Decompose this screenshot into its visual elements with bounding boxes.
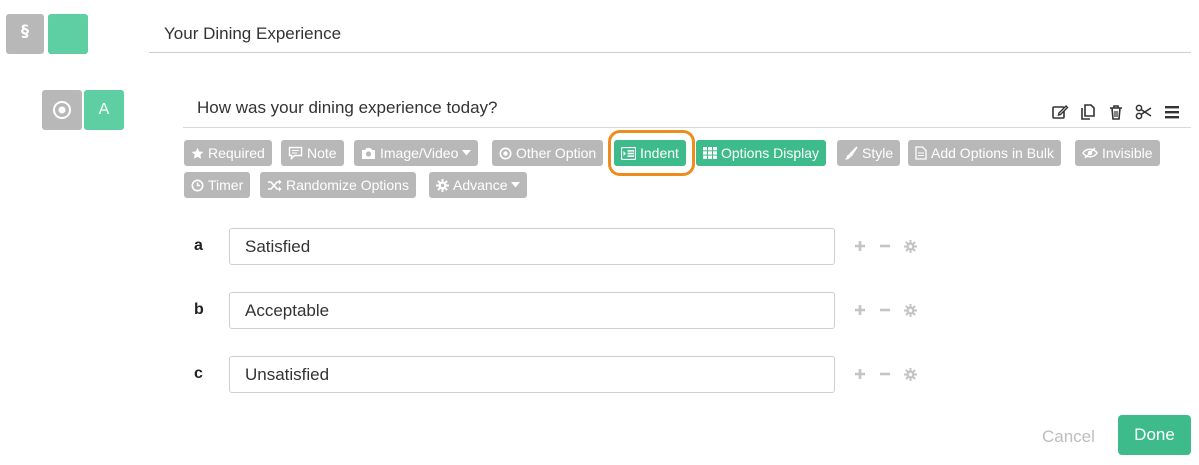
radio-icon [53, 101, 71, 119]
indent-label: Indent [640, 145, 679, 161]
star-icon [191, 147, 204, 159]
add-option-icon[interactable] [853, 367, 867, 381]
question-label-badge[interactable]: A [84, 90, 124, 130]
option-letter: c [194, 365, 203, 382]
add-options-bulk-button[interactable]: Add Options in Bulk [908, 140, 1061, 166]
required-button[interactable]: Required [184, 140, 272, 166]
shuffle-icon [268, 179, 282, 191]
section-divider [149, 52, 1191, 53]
copy-icon[interactable] [1078, 102, 1098, 122]
question-type-button[interactable] [42, 90, 82, 130]
option-settings-icon[interactable] [903, 239, 917, 253]
randomize-options-label: Randomize Options [286, 177, 409, 193]
invisible-label: Invisible [1102, 145, 1153, 161]
clock-icon [191, 179, 204, 191]
advance-label: Advance [453, 177, 508, 193]
options-display-label: Options Display [721, 145, 820, 161]
add-options-bulk-label: Add Options in Bulk [931, 145, 1054, 161]
eye-slash-icon [1082, 147, 1098, 159]
option-letter: a [194, 237, 203, 254]
remove-option-icon[interactable] [878, 303, 892, 317]
grid-icon [703, 147, 717, 159]
note-button[interactable]: Note [281, 140, 344, 166]
options-display-button[interactable]: Options Display [696, 140, 827, 166]
option-tools [853, 303, 917, 317]
section-color-swatch[interactable] [48, 14, 88, 54]
option-tools [853, 239, 917, 253]
question-tools [1050, 102, 1182, 122]
timer-button[interactable]: Timer [184, 172, 251, 198]
note-label: Note [307, 145, 337, 161]
add-option-icon[interactable] [853, 239, 867, 253]
indent-button[interactable]: Indent [614, 140, 686, 166]
option-tools [853, 367, 917, 381]
randomize-options-button[interactable]: Randomize Options [260, 172, 416, 198]
remove-option-icon[interactable] [878, 239, 892, 253]
gear-icon [436, 178, 449, 192]
style-label: Style [862, 145, 894, 161]
option-settings-icon[interactable] [903, 367, 917, 381]
other-option-label: Other Option [516, 145, 597, 161]
caret-down-icon [462, 150, 472, 156]
indent-icon [621, 146, 636, 160]
other-option-button[interactable]: Other Option [492, 140, 604, 166]
question-text[interactable]: How was your dining experience today? [197, 98, 498, 118]
image-video-button[interactable]: Image/Video [354, 140, 479, 166]
trash-icon[interactable] [1106, 102, 1126, 122]
style-button[interactable]: Style [837, 140, 901, 166]
caret-down-icon [511, 182, 521, 188]
image-video-label: Image/Video [380, 145, 459, 161]
required-label: Required [208, 145, 265, 161]
comment-icon [288, 146, 303, 160]
scissors-icon[interactable] [1134, 102, 1154, 122]
question-divider [183, 127, 1191, 128]
edit-icon[interactable] [1050, 102, 1070, 122]
section-badge[interactable]: § [6, 14, 44, 54]
option-letter: b [194, 301, 204, 318]
section-title[interactable]: Your Dining Experience [164, 24, 341, 44]
option-input[interactable] [229, 292, 835, 329]
remove-option-icon[interactable] [878, 367, 892, 381]
advance-button[interactable]: Advance [429, 172, 528, 198]
option-settings-icon[interactable] [903, 303, 917, 317]
option-input[interactable] [229, 356, 835, 393]
timer-label: Timer [208, 177, 244, 193]
cancel-button[interactable]: Cancel [1042, 427, 1095, 447]
radio-dot-icon [499, 147, 512, 159]
done-button[interactable]: Done [1118, 415, 1191, 455]
add-option-icon[interactable] [853, 303, 867, 317]
menu-icon[interactable] [1162, 102, 1182, 122]
file-icon [915, 146, 927, 160]
camera-icon [362, 147, 375, 159]
invisible-button[interactable]: Invisible [1075, 140, 1160, 166]
option-input[interactable] [229, 228, 835, 265]
brush-icon [844, 146, 858, 160]
section-symbol: § [21, 20, 29, 40]
